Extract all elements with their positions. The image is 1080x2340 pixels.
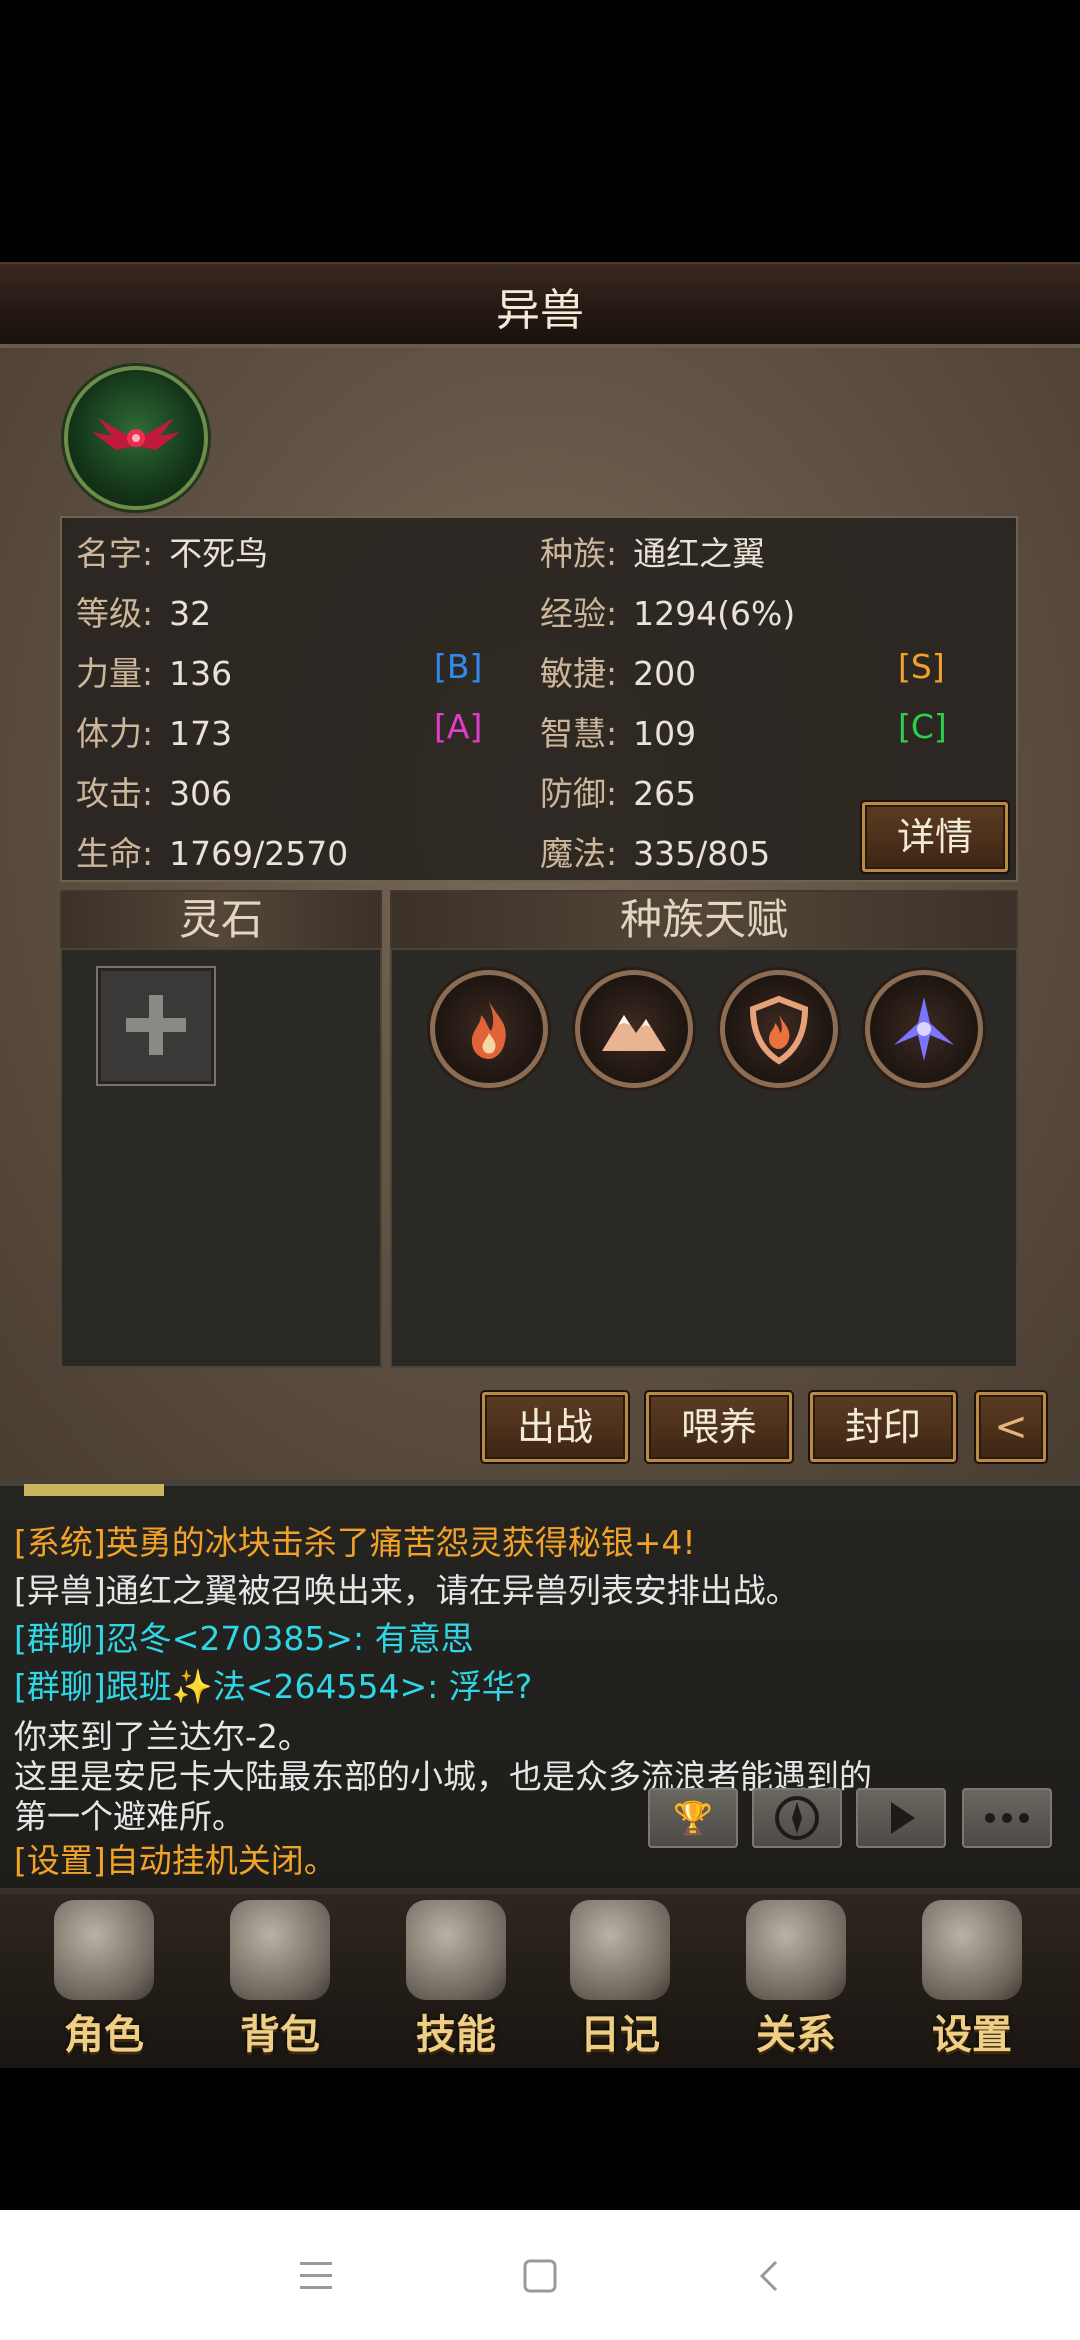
talent-mountain[interactable]: [575, 970, 693, 1088]
nav-diary[interactable]: 日记: [530, 1890, 710, 2064]
nav-label: 技能: [416, 2012, 496, 2058]
menu-icon[interactable]: [298, 2260, 334, 2292]
nav-label: 角色: [64, 2012, 144, 2058]
title-bar: 异兽: [0, 262, 1080, 348]
nav-label: 关系: [756, 2012, 836, 2058]
nav-settings[interactable]: 设置: [882, 1890, 1062, 2064]
seal-button[interactable]: 封印: [810, 1392, 956, 1462]
stamina-grade: [A]: [434, 707, 483, 746]
plus-icon-vertical: [149, 995, 163, 1055]
nav-relations[interactable]: 关系: [706, 1890, 886, 2064]
home-icon[interactable]: [522, 2258, 558, 2294]
stat-experience: 经验: 1294(6%): [540, 594, 796, 633]
scroll-icon: [570, 1900, 670, 2000]
stat-wisdom: 智慧: 109: [540, 714, 697, 753]
page-title: 异兽: [496, 285, 584, 336]
race-talent-header: 种族天赋: [390, 890, 1018, 950]
chat-line: [设置]自动挂机关闭。: [14, 1841, 337, 1880]
strength-grade: [B]: [434, 647, 483, 686]
back-icon[interactable]: [754, 2258, 782, 2294]
nav-label: 日记: [580, 2012, 660, 2058]
nav-backpack[interactable]: 背包: [190, 1890, 370, 2064]
play-icon[interactable]: [856, 1788, 946, 1848]
helmet-icon: [54, 1900, 154, 2000]
compass-icon[interactable]: [752, 1788, 842, 1848]
feed-button[interactable]: 喂养: [646, 1392, 792, 1462]
chat-line: 第一个避难所。: [14, 1797, 245, 1836]
stat-defense: 防御: 265: [540, 774, 697, 813]
chat-line: [系统]英勇的冰块击杀了痛苦怨灵获得秘银+4!: [14, 1523, 696, 1562]
wing-burst-icon: [894, 997, 954, 1061]
chat-bubble-icon[interactable]: [962, 1788, 1052, 1848]
nav-character[interactable]: 角色: [14, 1890, 194, 2064]
handshake-icon: [746, 1900, 846, 2000]
nav-skills[interactable]: 技能: [366, 1890, 546, 2064]
stat-mp: 魔法: 335/805: [540, 834, 771, 873]
add-spirit-stone-slot[interactable]: [96, 966, 216, 1086]
back-arrow-button[interactable]: <: [976, 1392, 1046, 1462]
stat-attack: 攻击: 306: [76, 774, 233, 813]
talent-fire[interactable]: [430, 970, 548, 1088]
battle-button[interactable]: 出战: [482, 1392, 628, 1462]
backpack-icon: [230, 1900, 330, 2000]
stat-name: 名字: 不死鸟: [76, 534, 269, 573]
stat-hp: 生命: 1769/2570: [76, 834, 349, 873]
chat-line[interactable]: [群聊]跟班✨法<264554>: 浮华?: [14, 1660, 532, 1708]
stat-strength: 力量: 136: [76, 654, 233, 693]
mountain-icon: [602, 1015, 666, 1051]
chat-tab-indicator[interactable]: [24, 1484, 164, 1496]
fire-icon: [471, 1001, 506, 1059]
chat-line: [异兽]通红之翼被召唤出来，请在异兽列表安排出战。: [14, 1571, 799, 1610]
system-navigation-bar: [0, 2210, 1080, 2340]
stat-race: 种族: 通红之翼: [540, 534, 766, 573]
spirit-stone-header: 灵石: [60, 890, 382, 950]
skill-book-icon: [406, 1900, 506, 2000]
wisdom-grade: [C]: [898, 707, 947, 746]
pet-avatar[interactable]: [64, 366, 208, 510]
talent-wing-burst[interactable]: [865, 970, 983, 1088]
nav-label: 设置: [932, 2012, 1012, 2058]
talent-fire-shield[interactable]: [720, 970, 838, 1088]
detail-button[interactable]: 详情: [862, 802, 1008, 872]
stat-stamina: 体力: 173: [76, 714, 233, 753]
fire-shield-icon: [749, 995, 809, 1065]
phoenix-icon: [92, 418, 180, 450]
agility-grade: [S]: [898, 647, 945, 686]
trophy-icon[interactable]: 🏆: [648, 1788, 738, 1848]
nav-label: 背包: [240, 2012, 320, 2058]
gear-icon: [922, 1900, 1022, 2000]
stat-level: 等级: 32: [76, 594, 212, 633]
chat-line[interactable]: [群聊]忍冬<270385>: 有意思: [14, 1612, 474, 1660]
stat-agility: 敏捷: 200: [540, 654, 697, 693]
